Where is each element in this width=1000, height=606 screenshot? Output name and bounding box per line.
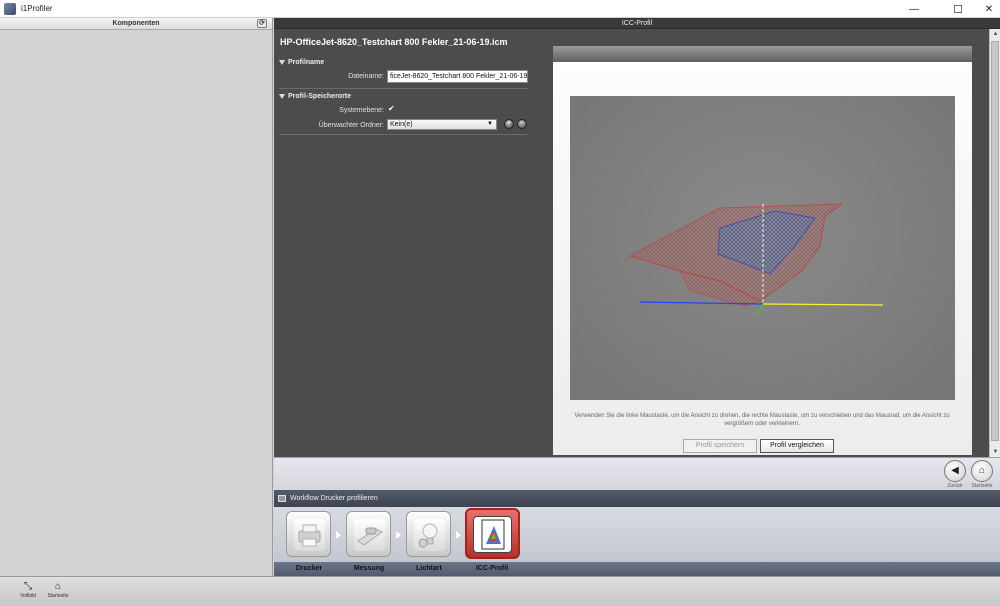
dateiname-label: Dateiname:	[348, 73, 384, 80]
dateiname-input[interactable]: ficeJet-8620_Testchart 800 Fekler_21-06-…	[387, 70, 528, 83]
scroll-up-icon[interactable]: ▲	[990, 29, 1000, 39]
step-drucker[interactable]	[286, 511, 331, 557]
vollbild-button[interactable]: ⤡ Vollbild	[13, 580, 43, 599]
add-folder-button[interactable]: +	[504, 119, 514, 129]
expand-triangle-icon	[279, 93, 285, 99]
step-label-drucker: Drucker	[295, 565, 323, 572]
startseite-button[interactable]: ⌂ Startseite	[43, 580, 73, 599]
step-label-messung: Messung	[353, 565, 385, 572]
viewer-toolbar	[553, 46, 972, 62]
step-lichtart[interactable]	[406, 511, 451, 557]
back-label: Zurück	[947, 483, 963, 489]
components-panel: Komponenten ⟳	[0, 18, 273, 576]
speicherorte-section[interactable]: Profil-Speicherorte	[279, 93, 351, 100]
step-inner	[414, 519, 445, 551]
close-button[interactable]: ✕	[972, 0, 1000, 18]
gamut-3d-canvas[interactable]	[570, 96, 955, 400]
startseite-label: Startseite	[47, 593, 69, 599]
minimize-button[interactable]: —	[897, 0, 931, 18]
viewer-hint-text: Verwenden Sie die linke Maustaste, um di…	[574, 413, 950, 427]
icc-panel-title: ICC-Profil	[274, 18, 1000, 29]
printer-icon	[298, 524, 321, 547]
viewer-scrollbar[interactable]: ▲ ▼	[989, 29, 1000, 457]
components-header: Komponenten ⟳	[0, 18, 272, 30]
speicherorte-section-label: Profil-Speicherorte	[288, 93, 352, 100]
ordner-select[interactable]: Kein(e) ▼	[387, 119, 497, 130]
app-window: i1Profiler — ☐ ✕ Komponenten ⟳ ICC-Profi…	[0, 0, 1000, 606]
gamut-3d-plot	[628, 203, 884, 317]
icc-profile-panel: ICC-Profil HP-OfficeJet-8620_Testchart 8…	[274, 18, 1000, 457]
scroll-thumb[interactable]	[991, 41, 999, 441]
maximize-button[interactable]: ☐	[941, 0, 975, 18]
measurement-icon	[357, 527, 383, 546]
profile-filename-heading: HP-OfficeJet-8620_Testchart 800 Fekler_2…	[280, 37, 508, 47]
fullscreen-icon: ⤡	[24, 581, 32, 592]
app-icon	[4, 2, 16, 15]
back-button[interactable]: ◀	[944, 460, 966, 482]
step-arrow-icon	[336, 531, 341, 539]
compare-profile-button[interactable]: Profil vergleichen	[760, 439, 834, 453]
ordner-select-value: Kein(e)	[390, 121, 413, 128]
step-inner	[294, 519, 325, 551]
step-label-icc-profil: ICC-Profil	[475, 565, 509, 572]
lightbulb-icon	[418, 523, 438, 548]
workflow-header: Workflow Drucker profilieren	[274, 490, 1000, 507]
refresh-icon[interactable]: ⟳	[257, 19, 267, 28]
divider	[279, 134, 529, 135]
step-label-lichtart: Lichtart	[416, 565, 442, 572]
workflow-steps	[274, 507, 1000, 562]
home-button[interactable]: ⌂	[971, 460, 993, 482]
home-label: Startseite	[971, 483, 993, 489]
workflow-title: Workflow Drucker profilieren	[290, 495, 378, 502]
scroll-down-icon[interactable]: ▼	[990, 447, 1000, 457]
step-arrow-icon	[396, 531, 401, 539]
chevron-down-icon: ▼	[487, 121, 493, 127]
profilname-section-label: Profilname	[288, 59, 325, 66]
step-icc-profil[interactable]	[465, 508, 520, 559]
printer-small-icon	[278, 495, 286, 502]
remove-folder-button[interactable]: −	[517, 119, 527, 129]
save-profile-button[interactable]: Profil speichern	[683, 439, 757, 453]
step-inner	[473, 516, 512, 553]
step-messung[interactable]	[346, 511, 391, 557]
step-inner	[354, 519, 385, 551]
viewer-body: Verwenden Sie die linke Maustaste, um di…	[553, 62, 972, 455]
window-title: i1Profiler	[21, 4, 53, 13]
workflow-labels: Drucker Messung Lichtart ICC-Profil	[274, 562, 1000, 576]
systemebene-label: Systemebene:	[339, 107, 384, 114]
vollbild-label: Vollbild	[20, 593, 36, 599]
divider	[279, 88, 529, 89]
ordner-label: Überwachter Ordner:	[318, 122, 384, 129]
icc-profile-icon	[481, 519, 505, 550]
title-bar: i1Profiler — ☐ ✕	[0, 0, 1000, 18]
systemebene-checkbox[interactable]: ✔	[388, 104, 395, 113]
expand-triangle-icon	[279, 59, 285, 65]
navigation-strip: ◀ Zurück ⌂ Startseite	[274, 457, 1000, 490]
profilname-section[interactable]: Profilname	[279, 59, 324, 66]
bottom-bar: ⤡ Vollbild ⌂ Startseite	[0, 576, 1000, 606]
home-icon: ⌂	[54, 581, 62, 592]
step-arrow-icon	[456, 531, 461, 539]
gamut-viewer: Verwenden Sie die linke Maustaste, um di…	[553, 46, 972, 455]
components-title: Komponenten	[112, 20, 160, 27]
